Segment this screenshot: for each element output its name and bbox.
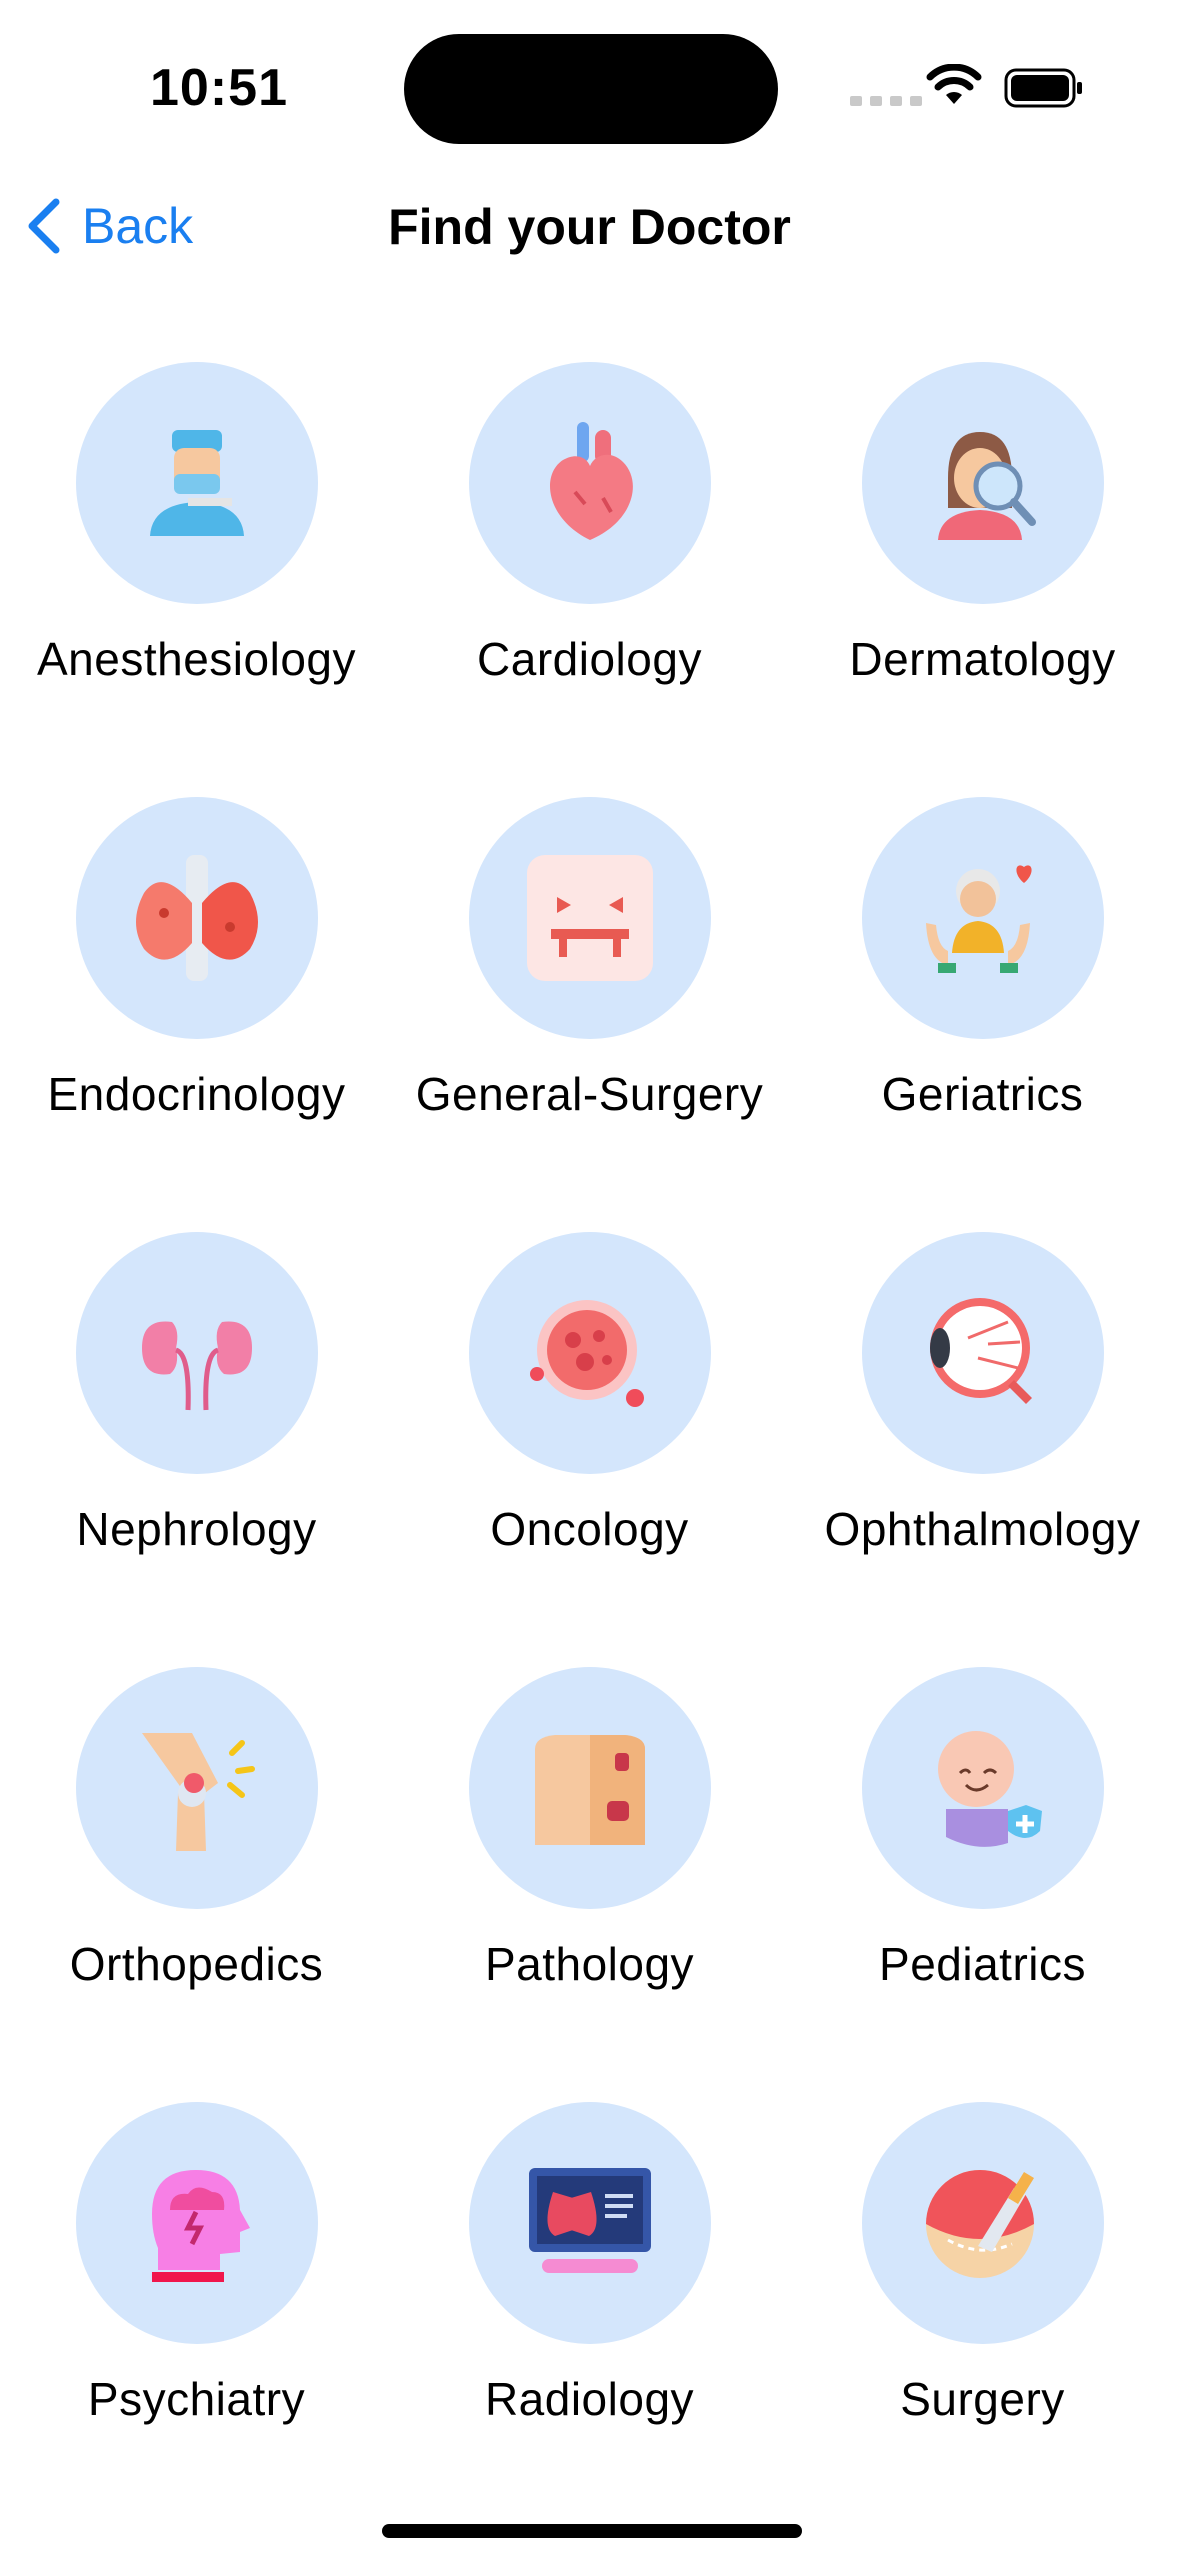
specialty-cardiology[interactable]: Cardiology: [393, 362, 786, 797]
battery-icon: [1004, 68, 1082, 108]
head-storm-icon: [151, 2170, 250, 2282]
specialty-orthopedics[interactable]: Orthopedics: [0, 1667, 393, 2102]
specialty-dermatology[interactable]: Dermatology: [786, 362, 1179, 797]
specialty-grid: Anesthesiology Cardiology Dermatology En…: [0, 362, 1179, 2537]
thyroid-icon: [135, 855, 258, 981]
anesthesiologist-icon: [149, 430, 244, 536]
specialty-radiology[interactable]: Radiology: [393, 2102, 786, 2537]
heart-icon: [549, 422, 633, 540]
specialty-label: Anesthesiology: [37, 633, 356, 685]
elderly-care-icon: [925, 865, 1032, 973]
specialty-label: Cardiology: [477, 633, 702, 685]
specialty-surgery[interactable]: Surgery: [786, 2102, 1179, 2537]
kidneys-icon: [141, 1321, 252, 1411]
specialty-label: Radiology: [484, 2373, 695, 2425]
specialty-anesthesiology[interactable]: Anesthesiology: [0, 362, 393, 797]
cellular-signal-icon: [850, 96, 922, 106]
dynamic-island: [404, 34, 778, 144]
skin-magnifier-icon: [937, 432, 1036, 540]
torso-icon: [534, 1735, 645, 1845]
eyeball-icon: [929, 1298, 1032, 1404]
specialty-pediatrics[interactable]: Pediatrics: [786, 1667, 1179, 2102]
knee-joint-icon: [141, 1733, 255, 1851]
surgery-face-icon: [526, 855, 653, 981]
specialty-psychiatry[interactable]: Psychiatry: [0, 2102, 393, 2537]
specialty-oncology[interactable]: Oncology: [393, 1232, 786, 1667]
page-title: Find your Doctor: [388, 199, 791, 255]
specialty-label: Psychiatry: [87, 2373, 306, 2425]
lungs-xray-icon: [528, 2168, 651, 2273]
specialty-label: Surgery: [900, 2373, 1065, 2425]
status-time: 10:51: [150, 59, 288, 117]
specialty-label: Orthopedics: [69, 1938, 324, 1990]
specialty-geriatrics[interactable]: Geriatrics: [786, 797, 1179, 1232]
specialty-label: Geriatrics: [881, 1068, 1084, 1120]
specialty-label: Pathology: [484, 1938, 695, 1990]
cancer-cell-icon: [529, 1300, 644, 1407]
specialty-label: Endocrinology: [47, 1068, 346, 1120]
home-indicator[interactable]: [382, 2524, 802, 2538]
specialty-label: Oncology: [490, 1503, 689, 1555]
specialty-label: General-Surgery: [415, 1068, 764, 1120]
specialty-label: Ophthalmology: [824, 1503, 1141, 1555]
specialty-label: Nephrology: [76, 1503, 317, 1555]
scalpel-icon: [925, 2170, 1034, 2278]
baby-icon: [937, 1731, 1042, 1847]
specialty-endocrinology[interactable]: Endocrinology: [0, 797, 393, 1232]
wifi-icon: [926, 64, 982, 104]
specialty-label: Pediatrics: [879, 1938, 1086, 1990]
specialty-ophthalmology[interactable]: Ophthalmology: [786, 1232, 1179, 1667]
specialty-label: Dermatology: [849, 633, 1116, 685]
specialty-nephrology[interactable]: Nephrology: [0, 1232, 393, 1667]
specialty-pathology[interactable]: Pathology: [393, 1667, 786, 2102]
specialty-general-surgery[interactable]: General-Surgery: [393, 797, 786, 1232]
